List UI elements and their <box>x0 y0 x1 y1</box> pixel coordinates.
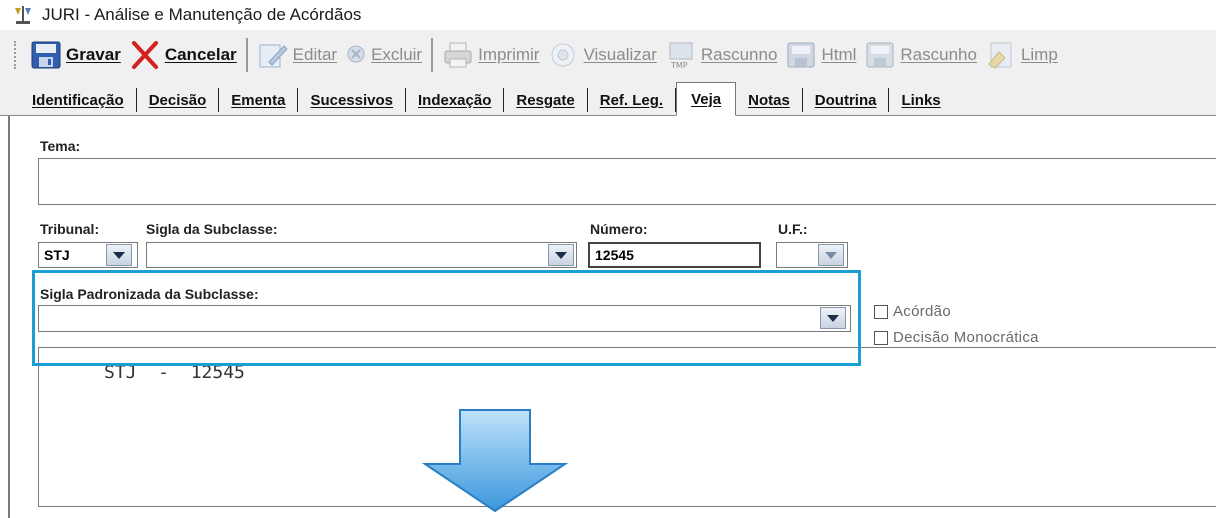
toolbar-grip[interactable] <box>14 41 18 69</box>
view-label: Visualizar <box>583 45 657 64</box>
html-label: Html <box>821 45 857 64</box>
tema-label: Tema: <box>40 138 81 154</box>
uf-label: U.F.: <box>778 221 808 237</box>
save-label: Gravar <box>66 45 121 64</box>
html-button[interactable]: Html <box>781 35 860 75</box>
acordao-checkbox-label: Acórdão <box>893 303 951 320</box>
tab-sucessivos[interactable]: Sucessivos <box>298 88 406 112</box>
sigla-subclasse-dropdown-button[interactable] <box>548 244 574 266</box>
draft-icon <box>864 40 896 70</box>
tab-ementa[interactable]: Ementa <box>219 88 299 112</box>
delete-button[interactable]: Excluir <box>341 35 426 75</box>
draft-button[interactable]: Rascunho <box>860 35 981 75</box>
acordao-checkbox[interactable]: Acórdão <box>874 303 951 320</box>
highlight-box <box>32 270 861 366</box>
sigla-subclasse-select[interactable] <box>146 242 577 268</box>
law-app-icon <box>12 4 34 26</box>
tab-ref-leg[interactable]: Ref. Leg. <box>588 88 677 112</box>
save-icon <box>30 40 62 70</box>
decisao-monocratica-checkbox-label: Decisão Monocrática <box>893 329 1039 346</box>
tab-veja[interactable]: Veja <box>676 82 737 116</box>
tribunal-label: Tribunal: <box>40 221 100 237</box>
toolbar-separator <box>245 38 248 72</box>
svg-text:TMP: TMP <box>670 61 688 70</box>
delete-label: Excluir <box>371 45 423 64</box>
html-icon <box>785 40 817 70</box>
tribunal-dropdown-button[interactable] <box>106 244 132 266</box>
draft-label: Rascunho <box>900 45 977 64</box>
clear-button[interactable]: Limp <box>981 35 1062 75</box>
numero-label: Número: <box>590 221 648 237</box>
print-label: Imprimir <box>478 45 540 64</box>
uf-dropdown-button[interactable] <box>818 244 844 266</box>
tab-indexacao[interactable]: Indexação <box>406 88 505 112</box>
delete-icon <box>345 40 367 70</box>
clear-icon <box>985 40 1017 70</box>
decisao-monocratica-checkbox[interactable]: Decisão Monocrática <box>874 329 1039 346</box>
edit-icon <box>257 40 289 70</box>
sigla-subclasse-label: Sigla da Subclasse: <box>146 221 278 237</box>
edit-label: Editar <box>292 45 338 64</box>
print-icon <box>442 40 474 70</box>
cancel-label: Cancelar <box>164 45 237 64</box>
tab-strip: Identificação Decisão Ementa Sucessivos … <box>0 80 1216 116</box>
view-button[interactable]: Visualizar <box>543 35 660 75</box>
numero-input[interactable]: 12545 <box>588 242 761 268</box>
draft-tmp-label: Rascunno <box>700 45 778 64</box>
tab-decisao[interactable]: Decisão <box>137 88 220 112</box>
save-button[interactable]: Gravar <box>26 35 125 75</box>
toolbar: Gravar Cancelar Editar Excluir Imprimir … <box>0 30 1216 80</box>
print-button[interactable]: Imprimir <box>438 35 543 75</box>
draft-tmp-icon: TMP <box>665 40 697 70</box>
draft-tmp-button[interactable]: TMP Rascunno <box>661 35 782 75</box>
tema-field[interactable] <box>38 158 1216 205</box>
title-bar: JURI - Análise e Manutenção de Acórdãos <box>0 0 1216 30</box>
tab-doutrina[interactable]: Doutrina <box>803 88 890 112</box>
edit-button[interactable]: Editar <box>253 35 341 75</box>
tab-notas[interactable]: Notas <box>736 88 803 112</box>
clear-label: Limp <box>1020 45 1058 64</box>
cancel-x-icon <box>129 40 161 70</box>
tab-resgate[interactable]: Resgate <box>504 88 588 112</box>
down-arrow-icon <box>420 408 570 518</box>
tab-links[interactable]: Links <box>889 88 952 112</box>
acordao-checkbox-box[interactable] <box>874 304 888 319</box>
cancel-button[interactable]: Cancelar <box>125 35 241 75</box>
view-icon <box>547 40 579 70</box>
decisao-monocratica-checkbox-box[interactable] <box>874 330 888 345</box>
toolbar-separator <box>431 38 434 72</box>
window-title: JURI - Análise e Manutenção de Acórdãos <box>42 5 362 24</box>
tab-identificacao[interactable]: Identificação <box>20 88 137 112</box>
